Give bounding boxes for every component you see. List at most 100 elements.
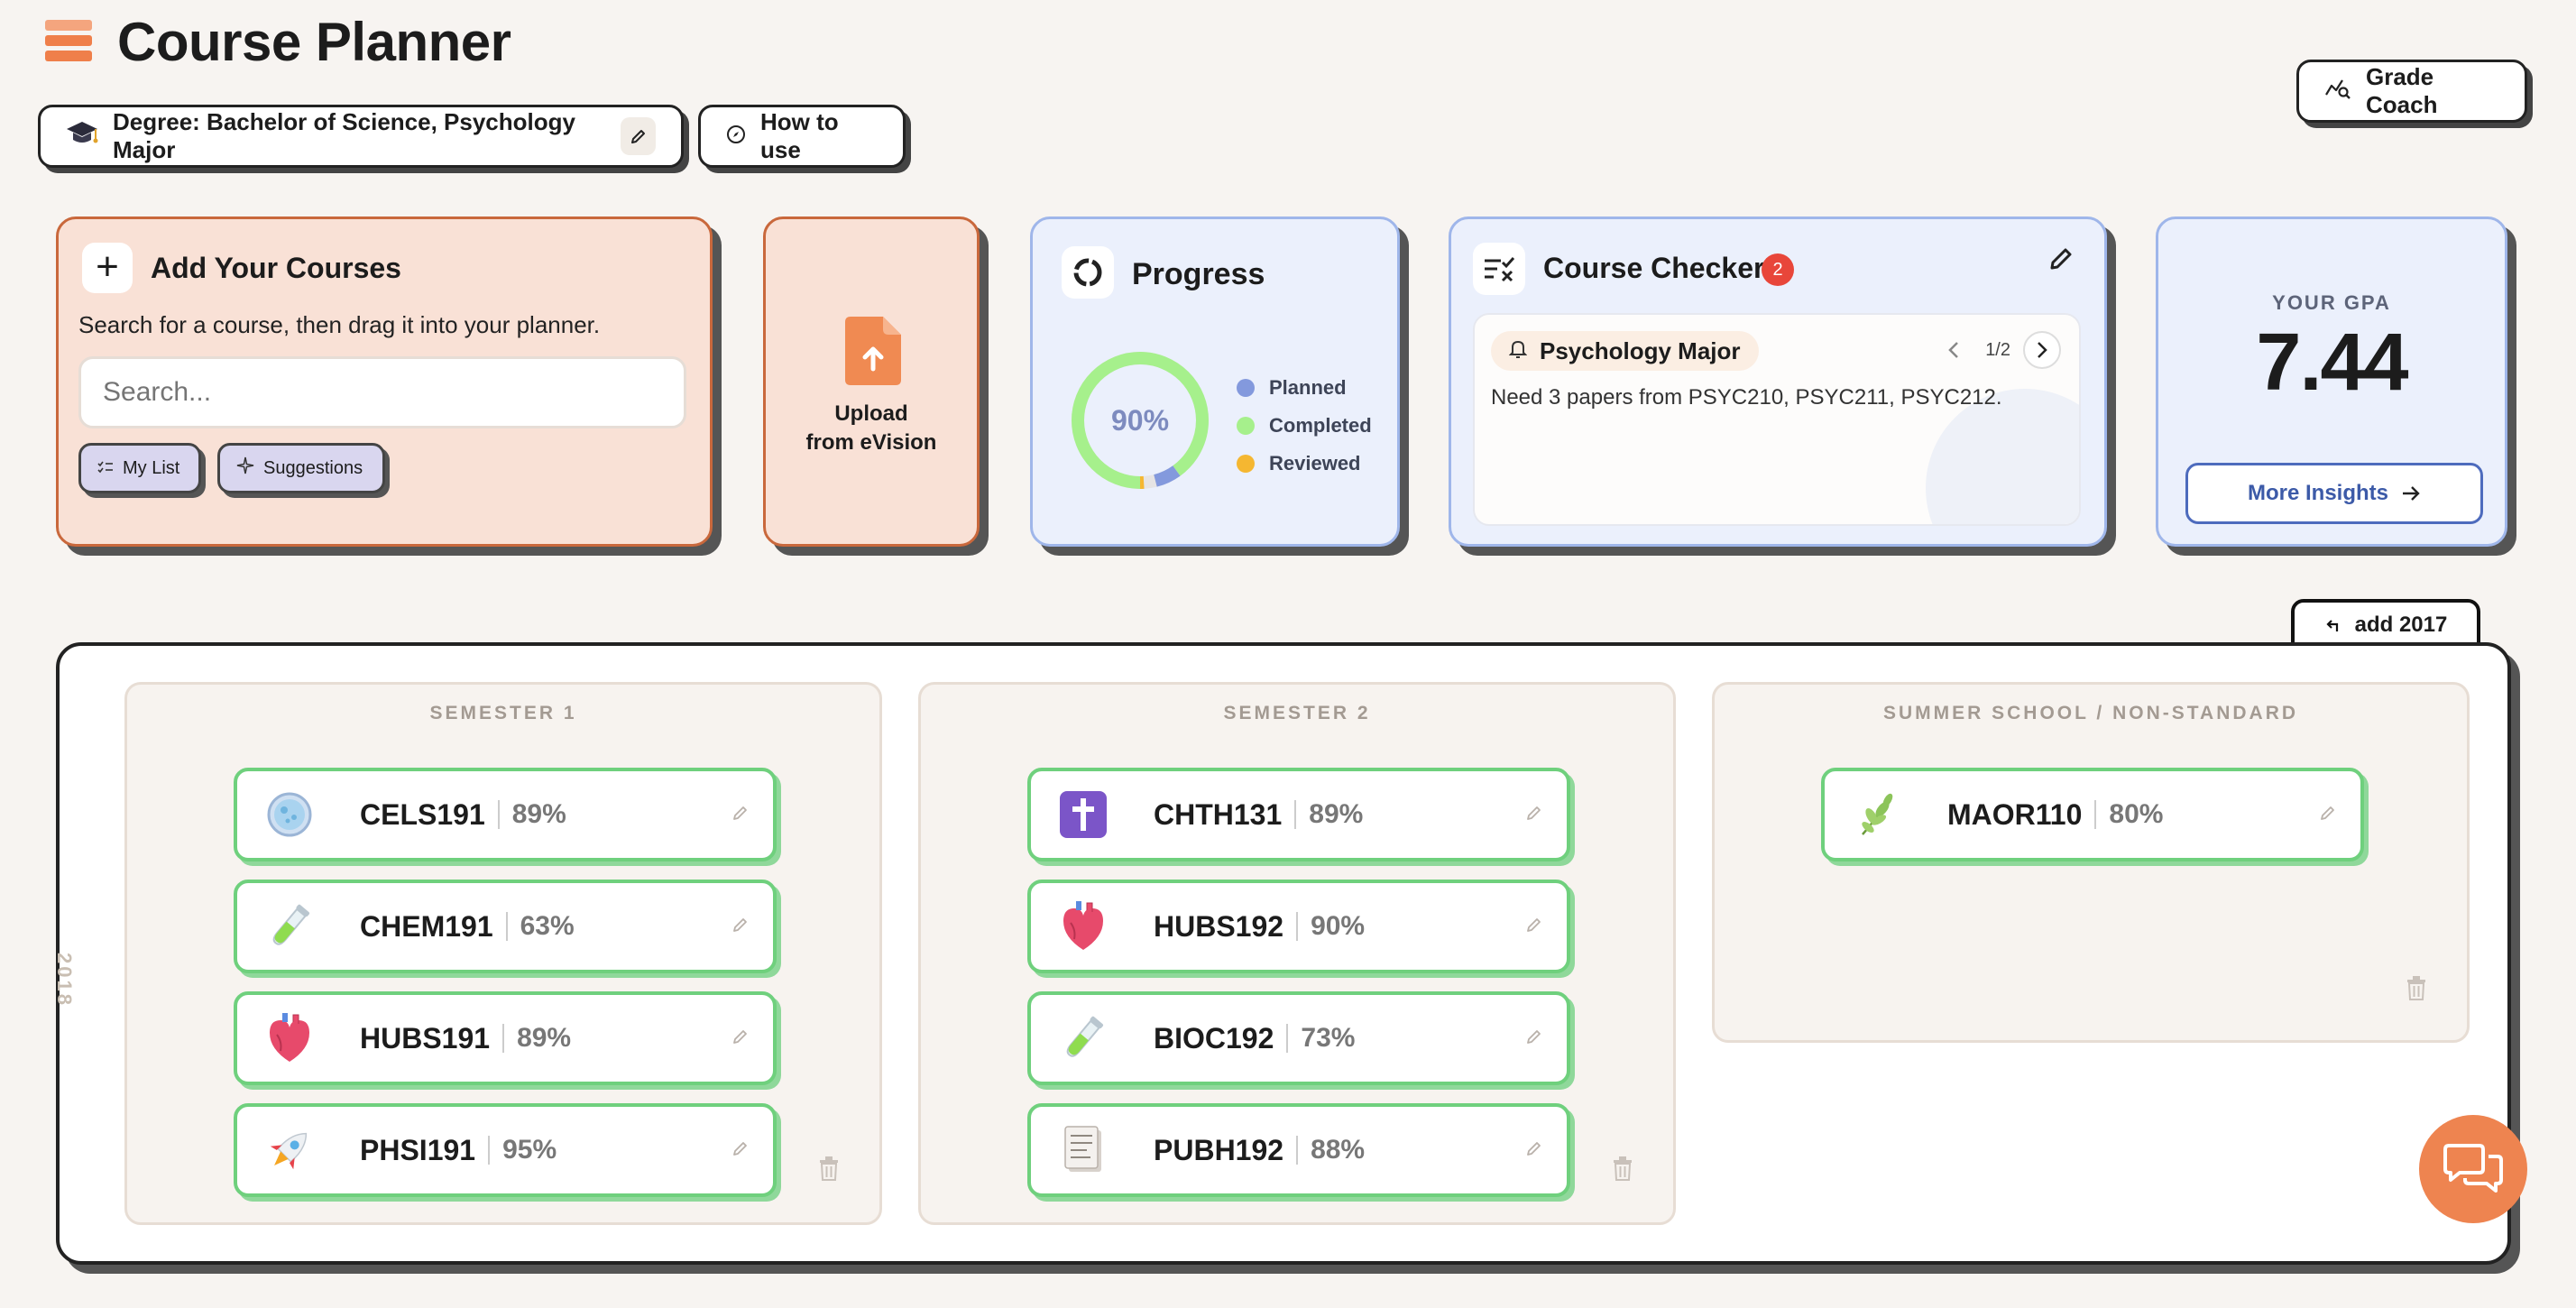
arrow-right-icon — [2403, 486, 2420, 501]
divider — [502, 1024, 505, 1053]
grade-coach-button[interactable]: Grade Coach — [2296, 60, 2527, 123]
graduation-cap-icon — [66, 120, 98, 153]
course-card[interactable]: CELS191 89% — [234, 768, 777, 861]
legend-label: Planned — [1269, 376, 1347, 399]
divider — [1286, 1024, 1289, 1053]
pencil-icon — [1527, 806, 1541, 820]
page-title: Course Planner — [117, 12, 511, 72]
course-grade: 80% — [2109, 799, 2164, 829]
upload-label-line2: from eVision — [805, 430, 937, 455]
edit-course-button[interactable] — [2319, 804, 2337, 826]
progress-percent-label: 90% — [1111, 404, 1169, 437]
course-card[interactable]: MAOR110 80% — [1821, 768, 2364, 861]
divider — [1296, 1136, 1299, 1165]
add-year-label: add 2017 — [2354, 613, 2448, 637]
legend-dot — [1237, 455, 1255, 473]
course-code: HUBS191 — [360, 1021, 491, 1055]
course-card[interactable]: PHSI191 95% — [234, 1103, 777, 1197]
chart-search-icon — [2324, 77, 2351, 106]
course-card[interactable]: PUBH192 88% — [1027, 1103, 1570, 1197]
course-code: HUBS192 — [1154, 909, 1284, 943]
course-search-input[interactable] — [78, 356, 686, 428]
anatomical-heart-icon — [261, 1009, 318, 1067]
pencil-icon — [630, 130, 645, 143]
divider — [505, 912, 508, 941]
progress-card: Progress 90% Planned Completed Reviewed — [1030, 216, 1400, 547]
app-logo-icon — [45, 20, 92, 65]
edit-course-button[interactable] — [731, 1139, 750, 1162]
chevron-right-icon — [2038, 342, 2047, 358]
upload-evision-button[interactable]: Upload from eVision — [763, 216, 980, 547]
legend-label: Completed — [1269, 414, 1372, 437]
gpa-value: 7.44 — [2256, 318, 2408, 408]
petri-dish-icon — [261, 786, 318, 843]
edit-course-button[interactable] — [731, 804, 750, 826]
chat-button[interactable] — [2419, 1115, 2527, 1223]
chevron-left-icon — [1948, 342, 1959, 358]
upload-label: Upload from eVision — [766, 400, 977, 457]
add-courses-title: Add Your Courses — [151, 252, 401, 284]
more-insights-button[interactable]: More Insights — [2185, 463, 2483, 524]
pencil-icon — [1527, 917, 1541, 932]
plus-icon: + — [82, 243, 133, 293]
course-grade: 89% — [511, 799, 566, 829]
suggestions-label: Suggestions — [263, 457, 363, 478]
legend-dot — [1237, 379, 1255, 397]
edit-checker-button[interactable] — [2048, 246, 2074, 276]
course-card[interactable]: HUBS192 90% — [1027, 880, 1570, 973]
year-label: 2018 — [53, 953, 76, 1008]
semester-column[interactable]: SEMESTER 1 CELS191 89% CHEM191 63% HUBS191 89… — [124, 682, 882, 1225]
add-courses-subtitle: Search for a course, then drag it into y… — [78, 311, 601, 338]
divider — [1294, 800, 1297, 829]
pencil-icon — [733, 1141, 747, 1156]
how-to-use-label: How to use — [760, 108, 839, 163]
progress-donut-chart: 90% — [1072, 352, 1209, 489]
edit-course-button[interactable] — [731, 1027, 750, 1050]
edit-course-button[interactable] — [1525, 1139, 1543, 1162]
suggestions-button[interactable]: Suggestions — [217, 443, 385, 493]
file-upload-icon — [845, 317, 901, 390]
course-grade: 73% — [1301, 1023, 1356, 1053]
edit-course-button[interactable] — [731, 916, 750, 938]
semester-column[interactable]: SUMMER SCHOOL / NON-STANDARD MAOR110 80% — [1712, 682, 2470, 1043]
course-code: CHTH131 — [1154, 797, 1283, 831]
my-list-button[interactable]: My List — [78, 443, 201, 493]
trash-icon[interactable] — [2406, 975, 2427, 1005]
more-insights-label: More Insights — [2247, 481, 2388, 505]
compass-icon — [726, 123, 746, 151]
course-card[interactable]: CHTH131 89% — [1027, 768, 1570, 861]
edit-course-button[interactable] — [1525, 916, 1543, 938]
course-code: CELS191 — [360, 797, 485, 831]
checker-message: Need 3 papers from PSYC210, PSYC211, PSY… — [1491, 385, 2002, 410]
how-to-use-button[interactable]: How to use — [698, 105, 906, 168]
course-card[interactable]: BIOC192 73% — [1027, 991, 1570, 1085]
previous-page-button[interactable] — [1935, 331, 1973, 369]
next-page-button[interactable] — [2023, 331, 2061, 369]
pencil-icon — [2050, 248, 2072, 270]
degree-selector-button[interactable]: Degree: Bachelor of Science, Psychology … — [38, 105, 684, 168]
course-grade: 95% — [502, 1135, 557, 1165]
gpa-card: YOUR GPA 7.44 More Insights — [2156, 216, 2507, 547]
degree-label: Degree: Bachelor of Science, Psychology … — [113, 108, 575, 163]
trash-icon[interactable] — [818, 1156, 840, 1185]
trash-icon[interactable] — [1612, 1156, 1633, 1185]
pencil-icon — [733, 806, 747, 820]
edit-degree-button[interactable] — [621, 117, 656, 155]
sparkle-icon — [236, 456, 254, 480]
test-tube-icon — [261, 898, 318, 955]
divider — [2094, 800, 2097, 829]
progress-ring-icon — [1062, 246, 1114, 299]
course-grade: 89% — [517, 1023, 572, 1053]
course-code: MAOR110 — [1947, 797, 2083, 831]
edit-course-button[interactable] — [1525, 1027, 1543, 1050]
course-grade: 90% — [1311, 911, 1366, 941]
course-grade: 89% — [1309, 799, 1364, 829]
course-code: CHEM191 — [360, 909, 493, 943]
legend-item: Planned — [1237, 369, 1372, 407]
course-card[interactable]: HUBS191 89% — [234, 991, 777, 1085]
edit-course-button[interactable] — [1525, 804, 1543, 826]
semester-column[interactable]: SEMESTER 2 CHTH131 89% HUBS192 90% BIOC192 73… — [918, 682, 1676, 1225]
pager-label: 1/2 — [1985, 339, 2010, 360]
course-card[interactable]: CHEM191 63% — [234, 880, 777, 973]
semester-title: SEMESTER 1 — [429, 703, 577, 723]
